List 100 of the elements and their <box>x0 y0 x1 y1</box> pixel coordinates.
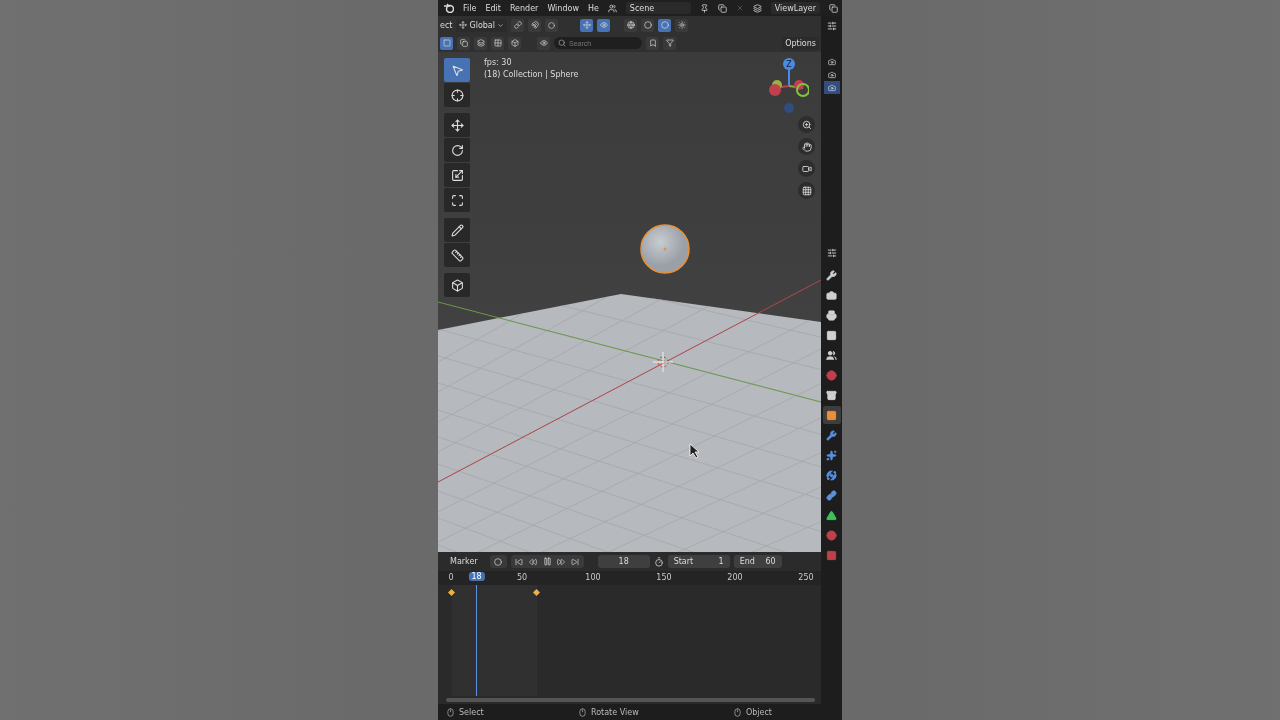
zoom-icon <box>801 119 812 130</box>
tool-button[interactable] <box>444 218 470 242</box>
move-icon <box>450 118 464 132</box>
playhead-frame-label[interactable]: 18 <box>468 572 485 581</box>
cube-icon <box>450 278 464 292</box>
3d-cursor-icon <box>652 351 674 373</box>
pan-button[interactable] <box>798 138 815 155</box>
close-icon <box>735 4 744 12</box>
marker-menu[interactable]: Marker <box>442 557 486 566</box>
overlay-icon <box>599 21 608 29</box>
shading-button[interactable] <box>658 18 671 32</box>
start-frame-field[interactable]: Start 1 <box>667 555 730 568</box>
select-mode-button[interactable] <box>440 36 453 50</box>
pause-icon <box>542 557 552 566</box>
rewind-icon <box>529 557 538 566</box>
pin-icon <box>699 3 709 13</box>
rendered-sphere-icon <box>677 21 686 29</box>
visibility-button[interactable] <box>537 36 550 50</box>
menu-item[interactable]: Render <box>509 3 539 13</box>
tool-button[interactable] <box>444 243 470 267</box>
select-mode-button[interactable] <box>508 36 521 50</box>
axes-icon <box>459 21 468 29</box>
camera-icon <box>827 57 836 66</box>
orientation-dropdown[interactable]: Global <box>456 18 507 32</box>
perspective-button[interactable] <box>798 182 815 199</box>
axis-gizmo-drawing[interactable]: Z <box>765 58 809 114</box>
properties-tab[interactable] <box>822 406 841 424</box>
caret-icon <box>497 21 504 29</box>
select-mode-button[interactable] <box>474 36 487 50</box>
solid-sphere-icon <box>643 21 652 29</box>
tool-button[interactable] <box>444 83 470 107</box>
squares-icon <box>459 39 468 47</box>
camera-view-button[interactable] <box>798 160 815 177</box>
material-sphere-icon <box>660 21 669 29</box>
scrollbar[interactable] <box>446 698 815 702</box>
overlay-toggle[interactable] <box>597 18 610 32</box>
sphere-object[interactable] <box>640 224 690 274</box>
wireframe-sphere-icon <box>626 21 635 29</box>
bookmark-icon <box>648 39 657 47</box>
tool-button[interactable] <box>444 188 470 212</box>
view-layer-field[interactable]: ViewLayer <box>770 2 820 14</box>
timer-icon <box>653 556 664 567</box>
zoom-button[interactable] <box>798 116 815 133</box>
gizmo-icon <box>582 21 591 29</box>
shading-button[interactable] <box>641 18 654 32</box>
magnet-icon <box>530 21 539 29</box>
mode-label[interactable]: ect <box>440 20 453 30</box>
filter-button[interactable] <box>663 36 676 50</box>
options-button[interactable]: Options <box>782 36 819 50</box>
record-icon <box>494 557 503 566</box>
select-mode-button[interactable] <box>491 36 504 50</box>
mouse-pointer-icon <box>689 443 700 459</box>
transform-icon <box>450 193 464 207</box>
mouse-icon <box>732 707 742 717</box>
outliner-filter-icon <box>826 20 837 31</box>
tool-button[interactable] <box>444 163 470 187</box>
status-hint: Select <box>446 707 484 717</box>
eye-icon <box>539 39 548 47</box>
fast-forward-icon <box>557 557 566 566</box>
scene-field[interactable]: Scene <box>625 2 691 14</box>
select-mode-button[interactable] <box>457 36 470 50</box>
menu-item[interactable]: Window <box>547 3 579 13</box>
bookmark-button[interactable] <box>646 36 659 50</box>
tool-button[interactable] <box>444 273 470 297</box>
skip-back-icon <box>515 557 524 566</box>
frame-tick-label: 50 <box>516 573 528 582</box>
shading-button[interactable] <box>624 18 637 32</box>
pivot-button[interactable] <box>511 18 524 32</box>
frame-tick-label: 100 <box>585 573 601 582</box>
tool-button[interactable] <box>444 113 470 137</box>
select-cursor-icon <box>450 63 464 77</box>
shading-button[interactable] <box>675 18 688 32</box>
jump-end-button[interactable] <box>568 555 582 568</box>
filter-icon <box>665 39 674 47</box>
menu-item[interactable]: He <box>587 3 599 13</box>
keyframe-marker[interactable] <box>448 589 455 596</box>
snap-button[interactable] <box>528 18 541 32</box>
frame-tick-label: 200 <box>727 573 743 582</box>
grid-icon <box>801 185 812 196</box>
rotate-icon <box>450 143 464 157</box>
box-icon <box>510 39 519 47</box>
tool-button[interactable] <box>444 138 470 162</box>
current-frame-field[interactable]: 18 <box>597 555 650 568</box>
pivot-icon <box>513 21 522 29</box>
jump-start-button[interactable] <box>512 555 526 568</box>
next-key-button[interactable] <box>554 555 568 568</box>
status-hint: Rotate View <box>577 707 639 717</box>
keyframe-marker[interactable] <box>533 589 540 596</box>
end-frame-field[interactable]: End 60 <box>733 555 782 568</box>
menu-item[interactable]: Edit <box>485 3 501 13</box>
proportional-button[interactable] <box>545 18 558 32</box>
auto-key-button[interactable] <box>491 555 505 568</box>
status-hint: Object <box>732 707 772 717</box>
layers-icon <box>476 39 485 47</box>
frame-tick-label: 150 <box>656 573 672 582</box>
gizmo-toggle[interactable] <box>580 18 593 32</box>
mouse-icon <box>446 707 455 717</box>
object-info-text: (18) Collection | Sphere <box>484 70 579 79</box>
outliner-camera-item[interactable] <box>823 81 840 94</box>
menu-item[interactable]: File <box>463 3 477 13</box>
